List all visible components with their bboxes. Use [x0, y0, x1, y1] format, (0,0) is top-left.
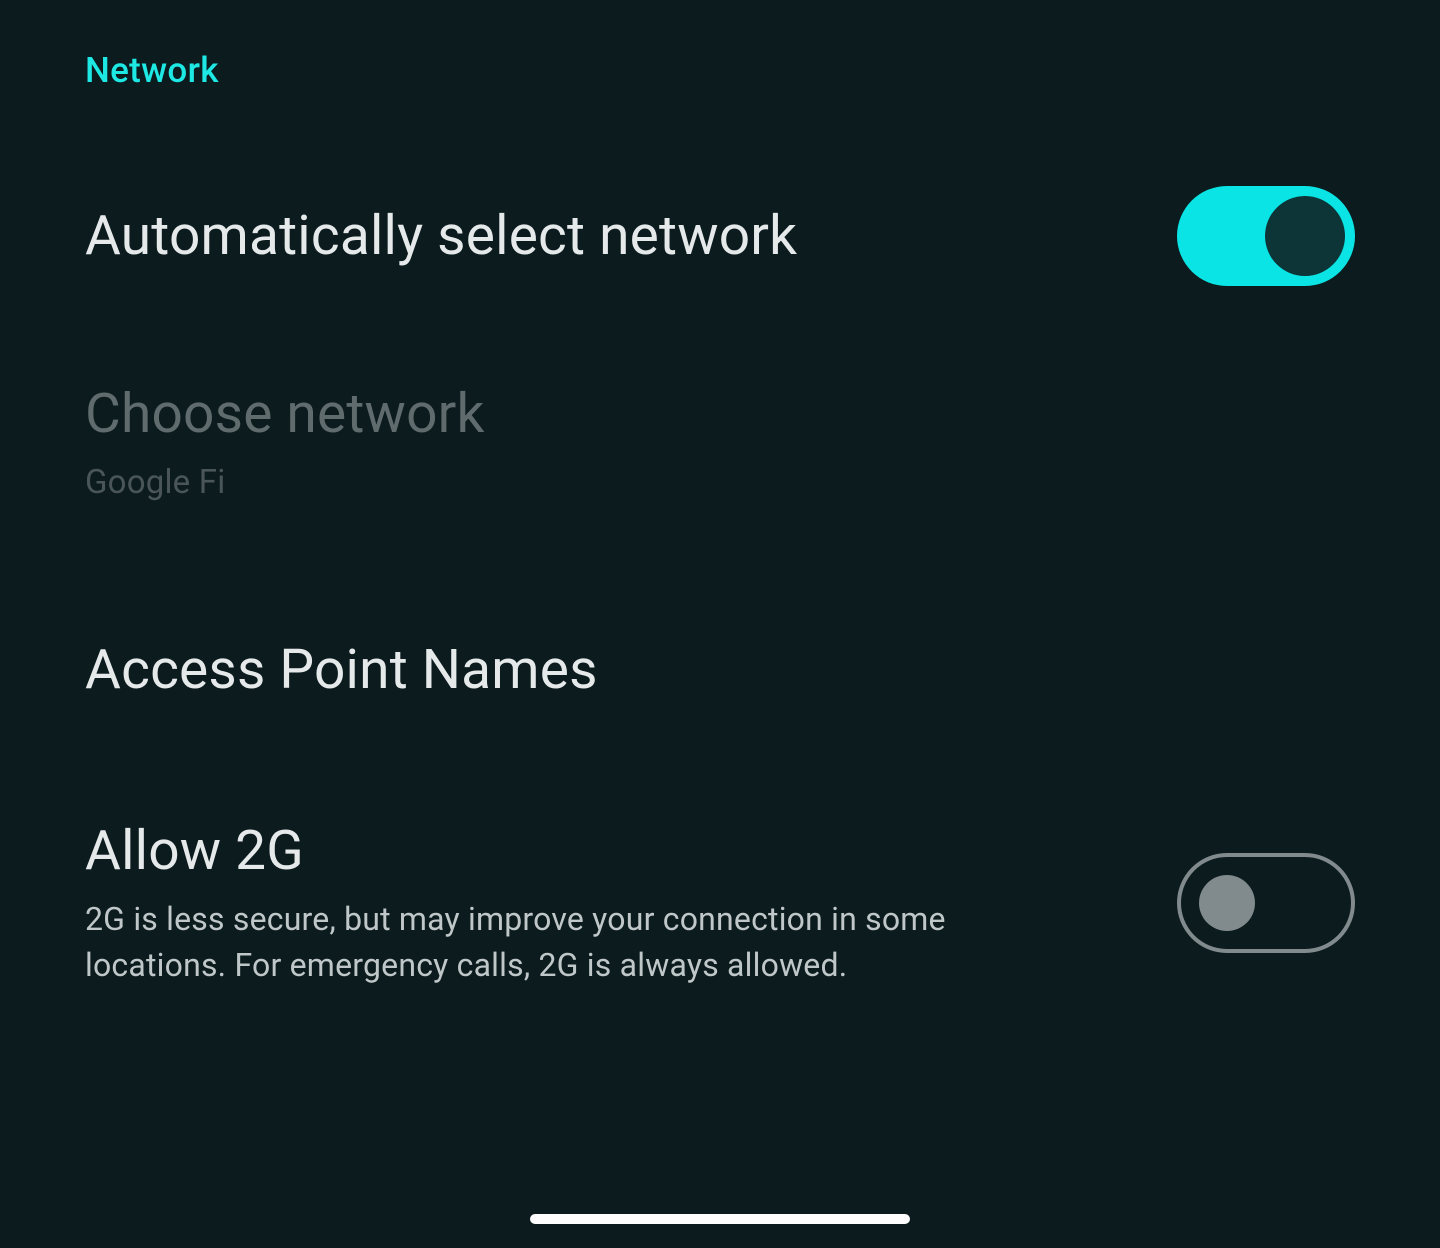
setting-title: Automatically select network	[85, 203, 1085, 269]
setting-choose-network: Choose network Google Fi	[85, 381, 1355, 507]
setting-allow-2g[interactable]: Allow 2G 2G is less secure, but may impr…	[85, 818, 1355, 989]
toggle-knob	[1199, 875, 1255, 931]
auto-select-network-toggle[interactable]	[1177, 186, 1355, 286]
setting-text: Allow 2G 2G is less secure, but may impr…	[85, 818, 1085, 989]
setting-text: Automatically select network	[85, 203, 1085, 269]
network-settings-panel: Network Automatically select network Cho…	[0, 0, 1440, 989]
setting-text: Choose network Google Fi	[85, 381, 1085, 507]
setting-access-point-names[interactable]: Access Point Names	[85, 637, 1355, 703]
section-header-network: Network	[85, 50, 1355, 91]
toggle-knob	[1265, 196, 1345, 276]
setting-text: Access Point Names	[85, 637, 1085, 703]
setting-title: Access Point Names	[85, 637, 1085, 703]
setting-title: Choose network	[85, 381, 1085, 447]
allow-2g-toggle[interactable]	[1177, 853, 1355, 953]
setting-subtitle: Google Fi	[85, 459, 1085, 507]
navigation-handle[interactable]	[530, 1214, 910, 1224]
setting-title: Allow 2G	[85, 818, 1085, 884]
setting-subtitle: 2G is less secure, but may improve your …	[85, 896, 1085, 989]
setting-auto-select-network[interactable]: Automatically select network	[85, 186, 1355, 286]
